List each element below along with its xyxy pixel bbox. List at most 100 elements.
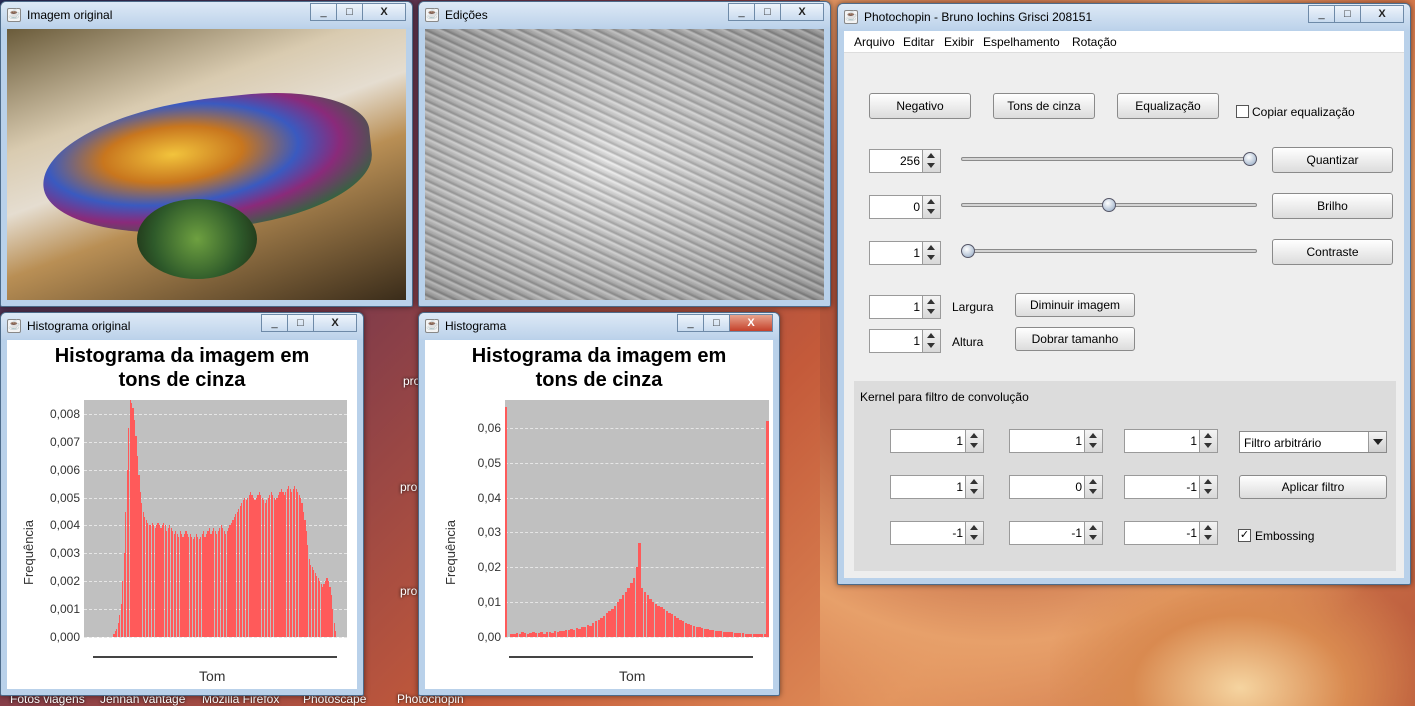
- titlebar[interactable]: ☕ Edições _ □ X: [419, 2, 830, 28]
- maximize-button[interactable]: □: [754, 3, 781, 21]
- spinner-up-icon[interactable]: [1204, 525, 1212, 530]
- kernel-cell-spinner[interactable]: -1: [890, 521, 984, 545]
- spinner-down-icon[interactable]: [927, 163, 935, 168]
- spinner-arrows[interactable]: [965, 476, 983, 498]
- contraste-slider-track[interactable]: [961, 249, 1257, 253]
- altura-spinner[interactable]: 1: [869, 329, 941, 353]
- kernel-cell-spinner[interactable]: 0: [1009, 475, 1103, 499]
- spinner-arrows[interactable]: [1199, 430, 1217, 452]
- spinner-arrows[interactable]: [1084, 476, 1102, 498]
- brilho-slider-knob[interactable]: [1102, 198, 1116, 212]
- titlebar[interactable]: ☕ Histograma _ □ X: [419, 313, 779, 339]
- menu-rotacao[interactable]: Rotação: [1072, 35, 1117, 49]
- spinner-up-icon[interactable]: [970, 433, 978, 438]
- tons-de-cinza-button[interactable]: Tons de cinza: [993, 93, 1095, 119]
- brilho-button[interactable]: Brilho: [1272, 193, 1393, 219]
- close-button[interactable]: X: [362, 3, 406, 21]
- maximize-button[interactable]: □: [287, 314, 314, 332]
- spinner-down-icon[interactable]: [970, 489, 978, 494]
- kernel-cell-spinner[interactable]: 1: [890, 475, 984, 499]
- diminuir-imagem-button[interactable]: Diminuir imagem: [1015, 293, 1135, 317]
- spinner-down-icon[interactable]: [970, 535, 978, 540]
- spinner-down-icon[interactable]: [927, 343, 935, 348]
- spinner-up-icon[interactable]: [1204, 433, 1212, 438]
- minimize-button[interactable]: _: [728, 3, 755, 21]
- spinner-down-icon[interactable]: [1204, 489, 1212, 494]
- menu-editar[interactable]: Editar: [903, 35, 934, 49]
- spinner-up-icon[interactable]: [927, 153, 935, 158]
- minimize-button[interactable]: _: [1308, 5, 1335, 23]
- close-button[interactable]: X: [313, 314, 357, 332]
- spinner-arrows[interactable]: [922, 196, 940, 218]
- maximize-button[interactable]: □: [703, 314, 730, 332]
- copiar-equalizacao-checkbox[interactable]: [1236, 105, 1249, 118]
- spinner-up-icon[interactable]: [1204, 479, 1212, 484]
- quantizar-button[interactable]: Quantizar: [1272, 147, 1393, 173]
- negativo-button[interactable]: Negativo: [869, 93, 971, 119]
- spinner-down-icon[interactable]: [1089, 443, 1097, 448]
- spinner-down-icon[interactable]: [927, 309, 935, 314]
- quantize-spinner[interactable]: 256: [869, 149, 941, 173]
- contraste-button[interactable]: Contraste: [1272, 239, 1393, 265]
- spinner-arrows[interactable]: [1199, 522, 1217, 544]
- minimize-button[interactable]: _: [310, 3, 337, 21]
- minimize-button[interactable]: _: [261, 314, 288, 332]
- menu-exibir[interactable]: Exibir: [944, 35, 974, 49]
- spinner-down-icon[interactable]: [970, 443, 978, 448]
- dobrar-tamanho-button[interactable]: Dobrar tamanho: [1015, 327, 1135, 351]
- spinner-arrows[interactable]: [1084, 522, 1102, 544]
- maximize-button[interactable]: □: [1334, 5, 1361, 23]
- spinner-down-icon[interactable]: [927, 255, 935, 260]
- spinner-arrows[interactable]: [1199, 476, 1217, 498]
- spinner-up-icon[interactable]: [927, 333, 935, 338]
- spinner-down-icon[interactable]: [1089, 535, 1097, 540]
- spinner-up-icon[interactable]: [927, 245, 935, 250]
- spinner-arrows[interactable]: [922, 330, 940, 352]
- titlebar[interactable]: ☕ Photochopin - Bruno Iochins Grisci 208…: [838, 4, 1410, 30]
- kernel-cell-spinner[interactable]: 1: [890, 429, 984, 453]
- menu-espelhamento[interactable]: Espelhamento: [983, 35, 1060, 49]
- spinner-up-icon[interactable]: [927, 199, 935, 204]
- spinner-arrows[interactable]: [922, 150, 940, 172]
- spinner-up-icon[interactable]: [1089, 433, 1097, 438]
- desktop-icon-label[interactable]: pro: [400, 584, 417, 598]
- largura-spinner[interactable]: 1: [869, 295, 941, 319]
- quantize-slider-knob[interactable]: [1243, 152, 1257, 166]
- spinner-up-icon[interactable]: [970, 525, 978, 530]
- quantize-slider-track[interactable]: [961, 157, 1257, 161]
- spinner-up-icon[interactable]: [970, 479, 978, 484]
- spinner-arrows[interactable]: [965, 430, 983, 452]
- chevron-down-icon[interactable]: [1368, 432, 1386, 452]
- titlebar[interactable]: ☕ Histograma original _ □ X: [1, 313, 363, 339]
- contraste-slider-knob[interactable]: [961, 244, 975, 258]
- spinner-arrows[interactable]: [922, 296, 940, 318]
- kernel-cell-spinner[interactable]: 1: [1124, 429, 1218, 453]
- desktop-icon-label[interactable]: pro: [400, 480, 417, 494]
- close-button[interactable]: X: [1360, 5, 1404, 23]
- kernel-cell-spinner[interactable]: -1: [1124, 475, 1218, 499]
- titlebar[interactable]: ☕ Imagem original _ □ X: [1, 2, 412, 28]
- spinner-arrows[interactable]: [965, 522, 983, 544]
- close-button[interactable]: X: [729, 314, 773, 332]
- spinner-down-icon[interactable]: [1204, 535, 1212, 540]
- menu-arquivo[interactable]: Arquivo: [854, 35, 895, 49]
- equalizacao-button[interactable]: Equalização: [1117, 93, 1219, 119]
- brilho-spinner[interactable]: 0: [869, 195, 941, 219]
- spinner-up-icon[interactable]: [1089, 525, 1097, 530]
- spinner-down-icon[interactable]: [1089, 489, 1097, 494]
- spinner-arrows[interactable]: [922, 242, 940, 264]
- close-button[interactable]: X: [780, 3, 824, 21]
- spinner-down-icon[interactable]: [1204, 443, 1212, 448]
- kernel-cell-spinner[interactable]: -1: [1009, 521, 1103, 545]
- embossing-checkbox[interactable]: ✓: [1238, 529, 1251, 542]
- maximize-button[interactable]: □: [336, 3, 363, 21]
- spinner-up-icon[interactable]: [1089, 479, 1097, 484]
- spinner-down-icon[interactable]: [927, 209, 935, 214]
- aplicar-filtro-button[interactable]: Aplicar filtro: [1239, 475, 1387, 499]
- contraste-spinner[interactable]: 1: [869, 241, 941, 265]
- spinner-up-icon[interactable]: [927, 299, 935, 304]
- kernel-cell-spinner[interactable]: -1: [1124, 521, 1218, 545]
- kernel-cell-spinner[interactable]: 1: [1009, 429, 1103, 453]
- minimize-button[interactable]: _: [677, 314, 704, 332]
- spinner-arrows[interactable]: [1084, 430, 1102, 452]
